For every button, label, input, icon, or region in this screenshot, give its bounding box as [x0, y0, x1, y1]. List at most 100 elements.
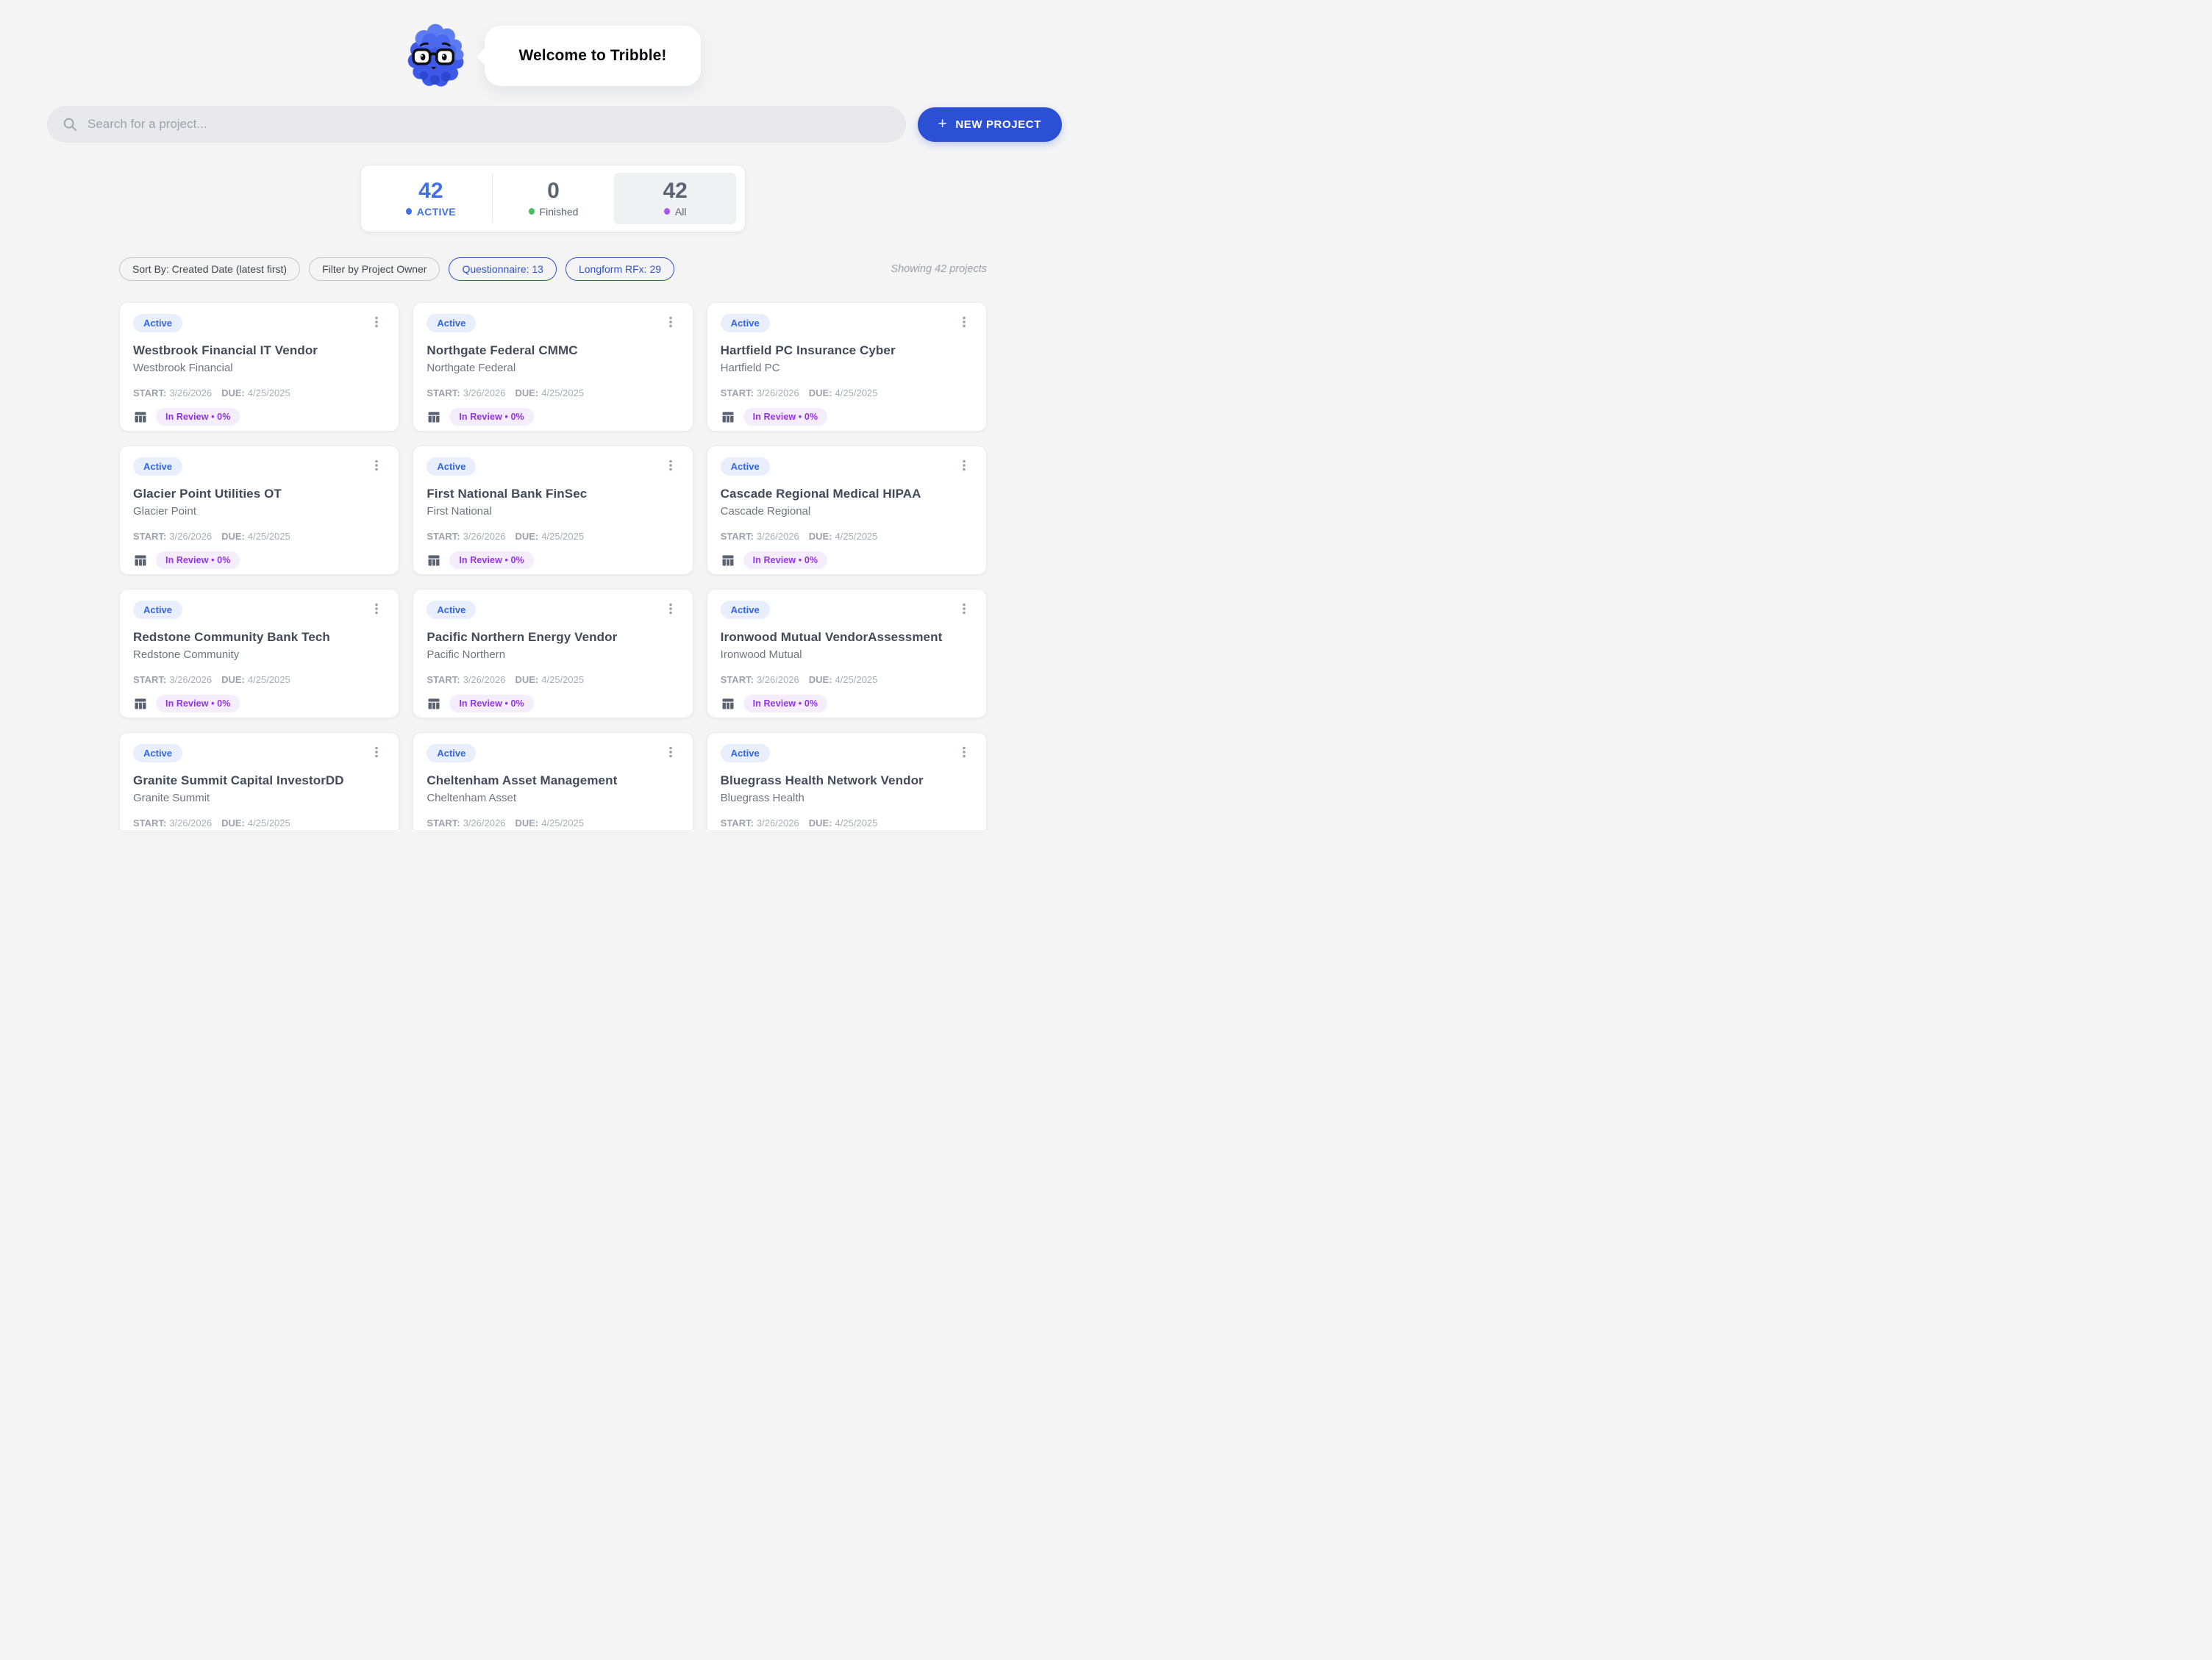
kebab-menu-icon[interactable]	[955, 744, 973, 760]
due-date: 4/25/2025	[835, 818, 878, 829]
start-date: 3/26/2026	[463, 674, 506, 685]
start-label: START:	[427, 674, 460, 685]
progress-badge: In Review • 0%	[743, 551, 827, 569]
project-title: Pacific Northern Energy Vendor	[427, 630, 679, 645]
stat-all[interactable]: 42 All	[614, 173, 736, 224]
project-card[interactable]: Active Redstone Community Bank Tech Reds…	[119, 589, 399, 718]
start-label: START:	[427, 387, 460, 398]
filter-owner-chip[interactable]: Filter by Project Owner	[309, 257, 440, 281]
questionnaire-chip[interactable]: Questionnaire: 13	[449, 257, 557, 281]
finished-count: 0	[547, 180, 560, 202]
tribble-mascot-icon	[405, 23, 467, 89]
welcome-header: Welcome to Tribble!	[0, 22, 1106, 90]
project-title: Cascade Regional Medical HIPAA	[721, 487, 973, 501]
kebab-menu-icon[interactable]	[662, 457, 679, 473]
due-label: DUE:	[809, 818, 832, 829]
kebab-menu-icon[interactable]	[368, 601, 385, 617]
project-grid: Active Westbrook Financial IT Vendor Wes…	[119, 302, 987, 830]
start-date: 3/26/2026	[757, 387, 799, 398]
kebab-menu-icon[interactable]	[662, 744, 679, 760]
project-card[interactable]: Active Cascade Regional Medical HIPAA Ca…	[707, 446, 987, 575]
kebab-menu-icon[interactable]	[368, 744, 385, 760]
stat-active[interactable]: 42 ACTIVE	[370, 173, 492, 224]
due-label: DUE:	[515, 818, 538, 829]
project-company: Bluegrass Health	[721, 792, 973, 804]
due-date: 4/25/2025	[248, 818, 290, 829]
project-card[interactable]: Active Ironwood Mutual VendorAssessment …	[707, 589, 987, 718]
due-label: DUE:	[515, 531, 538, 542]
project-card[interactable]: Active Glacier Point Utilities OT Glacie…	[119, 446, 399, 575]
project-company: Pacific Northern	[427, 648, 679, 661]
project-card[interactable]: Active Cheltenham Asset Management Chelt…	[413, 732, 693, 830]
start-label: START:	[427, 818, 460, 829]
kebab-menu-icon[interactable]	[368, 457, 385, 473]
project-dates: START: 3/26/2026 DUE: 4/25/2025	[133, 387, 385, 398]
project-card[interactable]: Active Bluegrass Health Network Vendor B…	[707, 732, 987, 830]
kebab-menu-icon[interactable]	[955, 601, 973, 617]
active-dot-icon	[406, 208, 412, 215]
status-badge: Active	[133, 744, 182, 762]
status-badge: Active	[721, 601, 770, 619]
project-card[interactable]: Active Hartfield PC Insurance Cyber Hart…	[707, 302, 987, 432]
progress-badge: In Review • 0%	[743, 695, 827, 712]
filters-row: Sort By: Created Date (latest first) Fil…	[119, 257, 987, 281]
project-card[interactable]: Active Pacific Northern Energy Vendor Pa…	[413, 589, 693, 718]
start-date: 3/26/2026	[169, 531, 212, 542]
project-company: Cheltenham Asset	[427, 792, 679, 804]
project-title: Glacier Point Utilities OT	[133, 487, 385, 501]
search-input[interactable]	[88, 117, 891, 132]
longform-rfx-chip[interactable]: Longform RFx: 29	[566, 257, 674, 281]
progress-badge: In Review • 0%	[449, 695, 533, 712]
due-label: DUE:	[221, 818, 245, 829]
status-badge: Active	[133, 457, 182, 476]
status-badge: Active	[427, 457, 476, 476]
kebab-menu-icon[interactable]	[955, 457, 973, 473]
project-card[interactable]: Active Northgate Federal CMMC Northgate …	[413, 302, 693, 432]
plus-icon: +	[938, 116, 948, 132]
due-label: DUE:	[809, 531, 832, 542]
due-label: DUE:	[221, 674, 245, 685]
search-bar[interactable]	[47, 106, 906, 143]
table-icon	[133, 696, 148, 711]
due-date: 4/25/2025	[835, 674, 878, 685]
kebab-menu-icon[interactable]	[955, 314, 973, 330]
due-date: 4/25/2025	[541, 674, 584, 685]
new-project-label: NEW PROJECT	[955, 118, 1041, 131]
kebab-menu-icon[interactable]	[368, 314, 385, 330]
sort-by-chip[interactable]: Sort By: Created Date (latest first)	[119, 257, 300, 281]
progress-badge: In Review • 0%	[156, 408, 240, 426]
project-company: Northgate Federal	[427, 362, 679, 374]
start-date: 3/26/2026	[169, 818, 212, 829]
project-dates: START: 3/26/2026 DUE: 4/25/2025	[133, 818, 385, 829]
search-row: + NEW PROJECT	[47, 106, 1062, 143]
project-card[interactable]: Active Westbrook Financial IT Vendor Wes…	[119, 302, 399, 432]
all-count: 42	[663, 180, 687, 202]
start-date: 3/26/2026	[757, 531, 799, 542]
welcome-speech-bubble: Welcome to Tribble!	[485, 26, 700, 86]
kebab-menu-icon[interactable]	[662, 314, 679, 330]
project-dates: START: 3/26/2026 DUE: 4/25/2025	[427, 387, 679, 398]
project-dates: START: 3/26/2026 DUE: 4/25/2025	[721, 818, 973, 829]
start-date: 3/26/2026	[463, 387, 506, 398]
project-dates: START: 3/26/2026 DUE: 4/25/2025	[133, 531, 385, 542]
project-stats-panel: 42 ACTIVE 0 Finished 42 All	[360, 165, 746, 232]
project-card[interactable]: Active First National Bank FinSec First …	[413, 446, 693, 575]
table-icon	[427, 409, 441, 424]
start-label: START:	[133, 387, 166, 398]
start-date: 3/26/2026	[757, 674, 799, 685]
project-company: Ironwood Mutual	[721, 648, 973, 661]
progress-badge: In Review • 0%	[156, 695, 240, 712]
start-date: 3/26/2026	[463, 818, 506, 829]
project-title: Ironwood Mutual VendorAssessment	[721, 630, 973, 645]
new-project-button[interactable]: + NEW PROJECT	[918, 107, 1063, 142]
kebab-menu-icon[interactable]	[662, 601, 679, 617]
project-company: Redstone Community	[133, 648, 385, 661]
stat-finished[interactable]: 0 Finished	[493, 173, 615, 224]
all-label: All	[675, 206, 687, 218]
project-title: Westbrook Financial IT Vendor	[133, 343, 385, 358]
project-card[interactable]: Active Granite Summit Capital InvestorDD…	[119, 732, 399, 830]
table-icon	[721, 409, 735, 424]
status-badge: Active	[721, 314, 770, 332]
table-icon	[427, 553, 441, 568]
due-date: 4/25/2025	[541, 387, 584, 398]
